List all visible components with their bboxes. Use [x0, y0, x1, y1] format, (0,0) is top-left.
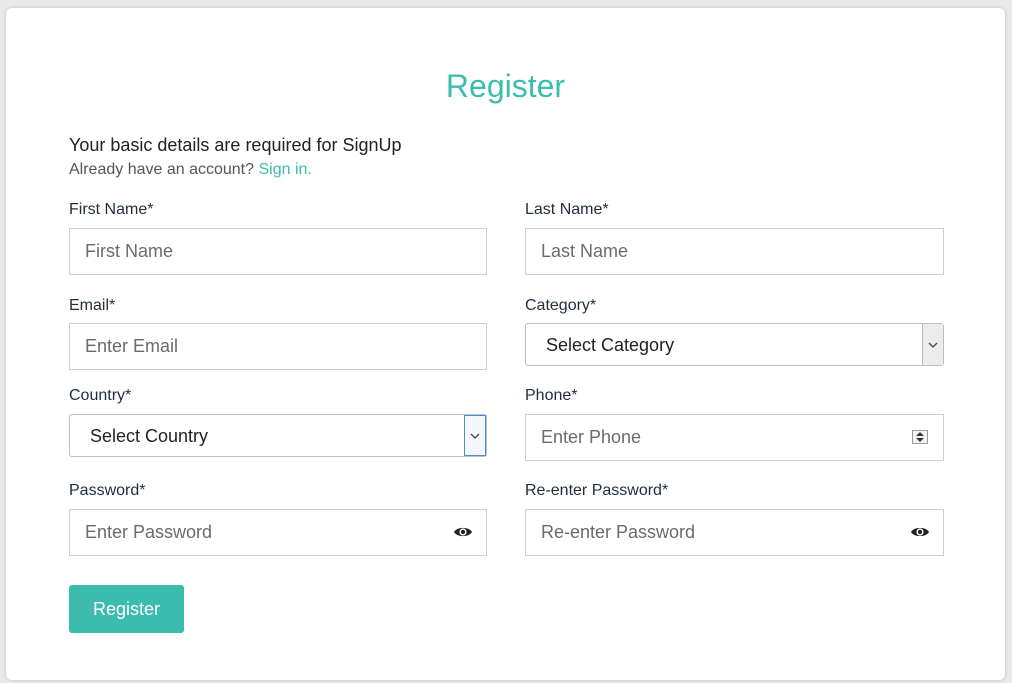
email-label: Email* [69, 297, 116, 314]
chevron-down-icon[interactable] [464, 415, 486, 456]
reenter-password-field[interactable] [525, 509, 944, 556]
last-name-label: Last Name* [525, 201, 609, 218]
phone-wrapper [525, 414, 944, 461]
register-button[interactable]: Register [69, 585, 184, 633]
first-name-field[interactable] [69, 228, 487, 275]
form-subtitle: Your basic details are required for Sign… [69, 135, 402, 155]
category-label: Category* [525, 297, 597, 314]
category-selected-value: Select Category [546, 335, 675, 355]
eye-icon[interactable] [910, 524, 930, 540]
reenter-password-wrapper [525, 509, 944, 556]
password-label: Password* [69, 482, 146, 499]
password-wrapper [69, 509, 487, 556]
country-label: Country* [69, 387, 132, 404]
country-selected-value: Select Country [90, 426, 209, 446]
country-select[interactable]: Select Country [69, 414, 487, 457]
eye-icon[interactable] [453, 524, 473, 540]
register-card: Register Your basic details are required… [6, 8, 1005, 680]
number-stepper[interactable] [912, 430, 928, 444]
first-name-label: First Name* [69, 201, 154, 218]
chevron-down-icon[interactable] [922, 324, 943, 365]
email-field[interactable] [69, 323, 487, 370]
reenter-password-label: Re-enter Password* [525, 482, 669, 499]
phone-label: Phone* [525, 387, 578, 404]
page-title: Register [445, 68, 566, 104]
signin-link[interactable]: Sign in. [258, 161, 311, 178]
password-field[interactable] [69, 509, 487, 556]
signin-prompt: Already have an account? [69, 161, 255, 178]
signin-line: Already have an account? Sign in. [69, 161, 312, 179]
phone-field[interactable] [525, 414, 944, 461]
stepper-up-icon[interactable] [916, 432, 924, 436]
last-name-field[interactable] [525, 228, 944, 275]
stepper-down-icon[interactable] [916, 438, 924, 442]
category-select[interactable]: Select Category [525, 323, 944, 366]
